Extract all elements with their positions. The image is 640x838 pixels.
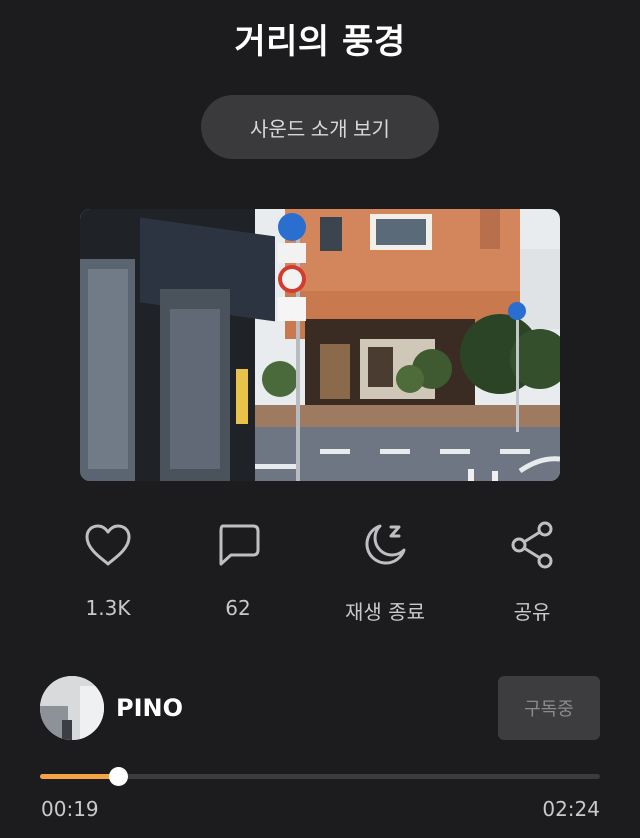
author-info[interactable]: PINO	[40, 676, 183, 740]
current-time: 00:19	[41, 797, 99, 821]
player-screen: 거리의 풍경 사운드 소개 보기 1.3K 62 재생 종료 공유 PINO 구…	[0, 0, 640, 838]
action-bar: 1.3K 62 재생 종료 공유	[0, 520, 640, 630]
comment-count: 62	[225, 596, 251, 620]
share-label: 공유	[513, 600, 551, 624]
progress-fill	[40, 774, 119, 779]
share-button[interactable]: 공유	[467, 520, 597, 630]
total-duration: 02:24	[542, 797, 600, 821]
share-icon	[507, 520, 557, 570]
comment-button[interactable]: 62	[173, 520, 303, 630]
progress-thumb[interactable]	[109, 767, 129, 786]
sound-intro-button[interactable]: 사운드 소개 보기	[201, 95, 439, 159]
cover-image	[80, 209, 560, 481]
like-count: 1.3K	[85, 596, 131, 620]
sleep-timer-button[interactable]: 재생 종료	[320, 520, 450, 630]
heart-icon	[83, 520, 133, 570]
avatar[interactable]	[40, 676, 104, 740]
subscribe-button[interactable]: 구독중	[498, 676, 600, 740]
moon-zzz-icon	[360, 520, 410, 570]
comment-icon	[213, 520, 263, 570]
track-title: 거리의 풍경	[234, 22, 406, 62]
sleep-timer-label: 재생 종료	[345, 600, 425, 624]
progress-slider[interactable]	[40, 767, 600, 786]
like-button[interactable]: 1.3K	[43, 520, 173, 630]
author-name[interactable]: PINO	[116, 694, 183, 722]
